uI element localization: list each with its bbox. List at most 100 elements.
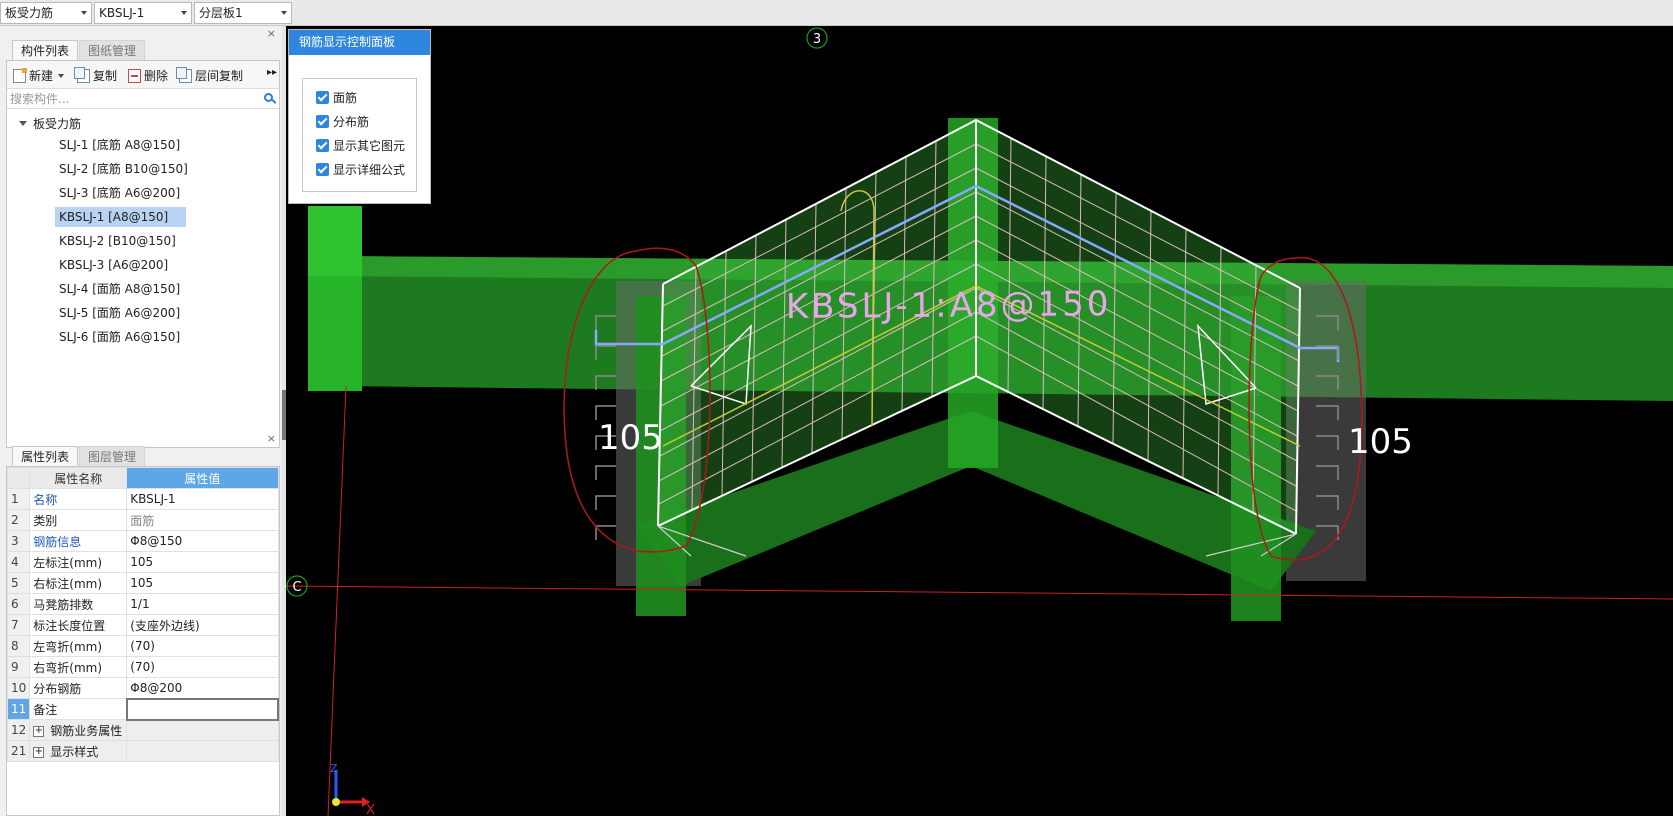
property-name: 右弯折(mm) [29, 656, 128, 678]
layer-value: 分层板1 [199, 6, 243, 20]
delete-button[interactable]: 删除 [128, 67, 168, 84]
table-row[interactable]: 5 右标注(mm) 105 [6, 572, 279, 594]
3d-viewport[interactable]: 3 C KBSLJ-1:A8@150 105 105 X Z [286, 26, 1673, 816]
option-face-rebar[interactable]: 面筋 [316, 89, 357, 106]
checkbox-checked-icon[interactable] [316, 139, 329, 152]
axis-label-3: 3 [813, 32, 821, 47]
floor-copy-button[interactable]: 层间复制 [176, 66, 243, 84]
property-value[interactable]: 1/1 [126, 593, 279, 615]
table-row[interactable]: 10 分布钢筋 Φ8@200 [6, 677, 279, 699]
control-panel-title: 钢筋显示控制面板 [289, 30, 430, 55]
delete-button-label: 删除 [144, 69, 169, 83]
axis-origin [332, 798, 340, 806]
chevron-down-icon [181, 11, 187, 15]
row-index: 3 [6, 530, 31, 552]
more-tools-button[interactable]: ▸▸ [267, 67, 277, 78]
close-icon[interactable]: × [267, 27, 276, 40]
property-value[interactable]: 面筋 [126, 509, 279, 531]
table-row[interactable]: 9 右弯折(mm) (70) [6, 656, 279, 678]
tree-item-selected[interactable]: KBSLJ-1 [A8@150] [55, 207, 186, 227]
chevron-down-icon [281, 11, 287, 15]
new-file-icon [13, 67, 27, 83]
table-row[interactable]: 7 标注长度位置 (支座外边线) [6, 614, 279, 636]
rebar-3d-scene[interactable]: 3 C KBSLJ-1:A8@150 105 105 X Z [286, 26, 1673, 816]
new-button[interactable]: 新建 [13, 67, 65, 84]
table-row[interactable]: 8 左弯折(mm) (70) [6, 635, 279, 657]
index-header [6, 467, 31, 489]
value-header: 属性值 [126, 467, 279, 489]
tab-layer-manage[interactable]: 图层管理 [79, 446, 146, 466]
remark-input[interactable] [125, 697, 280, 721]
expand-icon[interactable]: + [33, 746, 45, 758]
property-value[interactable]: Φ8@200 [126, 677, 279, 699]
checkbox-checked-icon[interactable] [316, 115, 329, 128]
rebar-display-control-panel: 钢筋显示控制面板 面筋 分布筋 显示其它图元 显示详细公式 [288, 29, 431, 204]
property-name: 名称 [29, 488, 128, 510]
property-value[interactable]: 105 [126, 572, 279, 594]
row-index: 8 [6, 635, 31, 657]
tree-item[interactable]: SLJ-1 [底筋 A8@150] [55, 135, 184, 155]
close-icon[interactable]: × [267, 432, 276, 445]
collapse-triangle-icon[interactable] [19, 121, 27, 126]
layer-select[interactable]: 分层板1 [194, 2, 292, 24]
copy-button[interactable]: 复制 [74, 66, 117, 84]
checkbox-checked-icon[interactable] [316, 163, 329, 176]
property-name: 标注长度位置 [29, 614, 128, 636]
property-table: 属性名称 属性值 1 名称 KBSLJ-1 2 类别 面筋 3 钢筋信息 Φ8@… [6, 467, 280, 762]
table-row[interactable]: 1 名称 KBSLJ-1 [6, 488, 279, 510]
table-row[interactable]: 3 钢筋信息 Φ8@150 [6, 530, 279, 552]
property-value[interactable]: (支座外边线) [126, 614, 279, 636]
search-icon[interactable] [264, 93, 273, 102]
option-show-other-elements[interactable]: 显示其它图元 [316, 137, 405, 154]
row-index: 5 [6, 572, 31, 594]
property-value[interactable]: (70) [126, 635, 279, 657]
table-row[interactable]: 2 类别 面筋 [6, 509, 279, 531]
property-name: 左标注(mm) [29, 551, 128, 573]
search-input[interactable]: 搜索构件... [7, 89, 279, 109]
property-value[interactable]: (70) [126, 656, 279, 678]
tree-item[interactable]: SLJ-6 [面筋 A6@150] [55, 327, 184, 347]
row-index: 11 [6, 698, 31, 720]
tree-item[interactable]: SLJ-3 [底筋 A6@200] [55, 183, 184, 203]
tree-root-node[interactable]: 板受力筋 [19, 115, 81, 132]
option-distribution-rebar[interactable]: 分布筋 [316, 113, 369, 130]
axis-line-vertical [327, 385, 347, 816]
property-name: 备注 [29, 698, 128, 720]
property-value[interactable]: KBSLJ-1 [126, 488, 279, 510]
component-type-select[interactable]: 板受力筋 [0, 2, 92, 24]
property-name: 类别 [29, 509, 128, 531]
axis-line-horizontal [286, 585, 1673, 600]
tab-property-list[interactable]: 属性列表 [12, 446, 79, 466]
name-header: 属性名称 [29, 467, 128, 489]
property-value[interactable]: 105 [126, 551, 279, 573]
tree-item[interactable]: SLJ-2 [底筋 B10@150] [55, 159, 192, 179]
row-index: 2 [6, 509, 31, 531]
tree-item[interactable]: KBSLJ-3 [A6@200] [55, 255, 172, 275]
copy-icon [74, 66, 90, 83]
property-header-row: 属性名称 属性值 [6, 467, 279, 489]
left-dimension-text: 105 [598, 418, 663, 458]
option-label: 面筋 [333, 91, 358, 105]
floor-copy-icon [176, 66, 192, 83]
tab-drawing-manage[interactable]: 图纸管理 [79, 40, 146, 60]
left-column-top [308, 206, 362, 276]
component-list-panel: 新建 复制 删除 层间复制 ▸▸ 搜索构件... 板受力筋 SLJ-1 [底筋 … [6, 60, 280, 448]
chevron-down-icon [81, 11, 87, 15]
tab-component-list[interactable]: 构件列表 [12, 40, 79, 60]
expand-icon[interactable]: + [33, 725, 45, 737]
table-row[interactable]: 4 左标注(mm) 105 [6, 551, 279, 573]
option-show-detailed-formula[interactable]: 显示详细公式 [316, 161, 405, 178]
left-panel: × 构件列表 图纸管理 新建 复制 删除 层间复制 ▸▸ 搜索构件... 板受力… [0, 26, 282, 816]
table-row-group[interactable]: 12 + 钢筋业务属性 [6, 719, 279, 741]
table-row[interactable]: 6 马凳筋排数 1/1 [6, 593, 279, 615]
property-name: 显示样式 [50, 744, 99, 759]
row-index: 21 [6, 740, 31, 762]
table-row-current[interactable]: 11 备注 [6, 697, 280, 721]
checkbox-checked-icon[interactable] [316, 91, 329, 104]
tree-item[interactable]: SLJ-4 [面筋 A8@150] [55, 279, 184, 299]
tree-item[interactable]: SLJ-5 [面筋 A6@200] [55, 303, 184, 323]
component-select[interactable]: KBSLJ-1 [94, 2, 192, 24]
tree-item[interactable]: KBSLJ-2 [B10@150] [55, 231, 180, 251]
table-row-group[interactable]: 21 + 显示样式 [6, 740, 279, 762]
property-value[interactable]: Φ8@150 [126, 530, 279, 552]
